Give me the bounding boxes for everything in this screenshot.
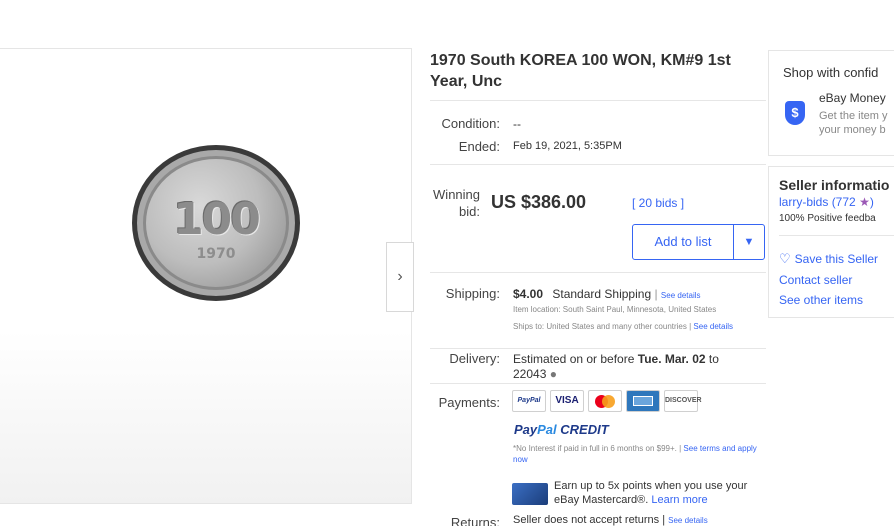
winning-bid-price: US $386.00 [491, 192, 587, 212]
shield-icon: $ [785, 101, 805, 125]
mastercard-promo-icon [512, 483, 548, 505]
contact-seller-link[interactable]: Contact seller [779, 273, 852, 287]
paypal-credit-note: *No Interest if paid in full in 6 months… [513, 444, 682, 453]
returns-text: Seller does not accept returns | [513, 514, 666, 526]
paypal-credit-logo: PayPal CREDIT [514, 422, 609, 437]
info-icon[interactable]: ● [550, 367, 557, 381]
divider [779, 235, 894, 236]
money-back-subtitle: Get the item y your money b [819, 110, 888, 136]
chevron-right-icon: › [397, 268, 403, 285]
ended-value: Feb 19, 2021, 5:35PM [513, 140, 622, 152]
add-to-list-button[interactable]: Add to list ▼ [632, 224, 765, 260]
shipping-price: $4.00 [513, 287, 544, 301]
shop-confidence-title: Shop with confid [783, 65, 879, 80]
payment-methods: PayPal VISA DISCOVER [512, 390, 702, 412]
next-image-button[interactable]: › [386, 242, 414, 312]
shipping-label: Shipping: [445, 286, 500, 301]
coin-image[interactable]: 100 1970 [132, 145, 300, 301]
visa-icon: VISA [550, 390, 584, 412]
payments-label: Payments: [438, 395, 500, 410]
divider [430, 383, 766, 384]
seller-name-link[interactable]: larry-bids (772 ★) [779, 195, 874, 209]
see-other-items-link[interactable]: See other items [779, 293, 863, 307]
item-title: 1970 South KOREA 100 WON, KM#9 1st Year,… [430, 52, 731, 90]
seller-feedback: 100% Positive feedba [779, 213, 876, 224]
divider [430, 164, 766, 165]
divider [430, 100, 766, 101]
divider [430, 272, 766, 273]
coin-denomination: 100 [173, 194, 261, 245]
item-location: Item location: South Saint Paul, Minneso… [513, 305, 717, 314]
seller-info-heading: Seller informatio [779, 177, 890, 193]
returns-see-details-link[interactable]: See details [668, 516, 708, 525]
money-back-title: eBay Money [819, 91, 886, 105]
heart-icon: ♡ [779, 251, 791, 266]
discover-icon: DISCOVER [664, 390, 702, 412]
ships-to-see-details-link[interactable]: See details [693, 322, 733, 331]
bids-count-link[interactable]: [ 20 bids ] [632, 196, 684, 210]
star-icon: ★ [859, 195, 870, 209]
winning-bid-label: Winning bid: [433, 187, 480, 219]
chevron-down-icon[interactable]: ▼ [734, 225, 764, 259]
image-panel: 100 1970 [0, 48, 412, 504]
shipping-method: Standard Shipping [552, 287, 652, 301]
delivery-date: Tue. Mar. 02 [637, 352, 706, 366]
coin-year: 1970 [196, 246, 236, 262]
shop-with-confidence-card: Shop with confid $ eBay Money Get the it… [768, 50, 894, 156]
delivery-to: to [708, 352, 719, 366]
returns-label: Returns: [450, 515, 500, 526]
divider [430, 348, 766, 349]
mastercard-icon [588, 390, 622, 412]
ended-label: Ended: [458, 139, 500, 154]
amex-icon [626, 390, 660, 412]
mastercard-learn-more-link[interactable]: Learn more [651, 494, 707, 506]
paypal-icon: PayPal [512, 390, 546, 412]
condition-value: -- [513, 117, 521, 131]
shipping-see-details-link[interactable]: See details [661, 291, 701, 300]
condition-label: Condition: [441, 116, 500, 131]
delivery-text: Estimated on or before [513, 352, 635, 366]
add-to-list-label[interactable]: Add to list [633, 225, 734, 259]
delivery-label: Delivery: [449, 351, 500, 366]
seller-info-card: Seller informatio larry-bids (772 ★) 100… [768, 166, 894, 318]
delivery-zip: 22043 [513, 367, 547, 381]
save-seller-link[interactable]: ♡ Save this Seller [779, 251, 878, 267]
ships-to: Ships to: United States and many other c… [513, 322, 692, 331]
